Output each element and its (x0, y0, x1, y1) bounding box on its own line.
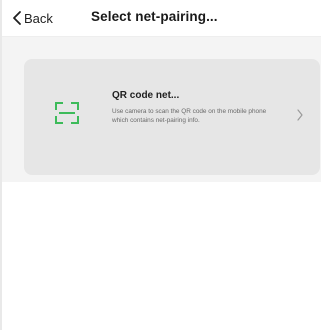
qr-code-net-option[interactable]: QR code net... Use camera to scan the QR… (24, 59, 320, 175)
screen: Back Select net-pairing... QR code net..… (0, 0, 321, 330)
back-button[interactable]: Back (12, 8, 53, 28)
content-area: QR code net... Use camera to scan the QR… (2, 37, 321, 182)
option-description: Use camera to scan the QR code on the mo… (112, 108, 267, 124)
option-title: QR code net... (112, 90, 180, 101)
navigation-bar: Back Select net-pairing... (2, 0, 321, 37)
page-title: Select net-pairing... (91, 9, 218, 24)
chevron-right-icon (296, 108, 304, 121)
qr-scan-icon (54, 101, 80, 125)
chevron-left-icon (12, 10, 22, 26)
back-label: Back (24, 10, 53, 26)
